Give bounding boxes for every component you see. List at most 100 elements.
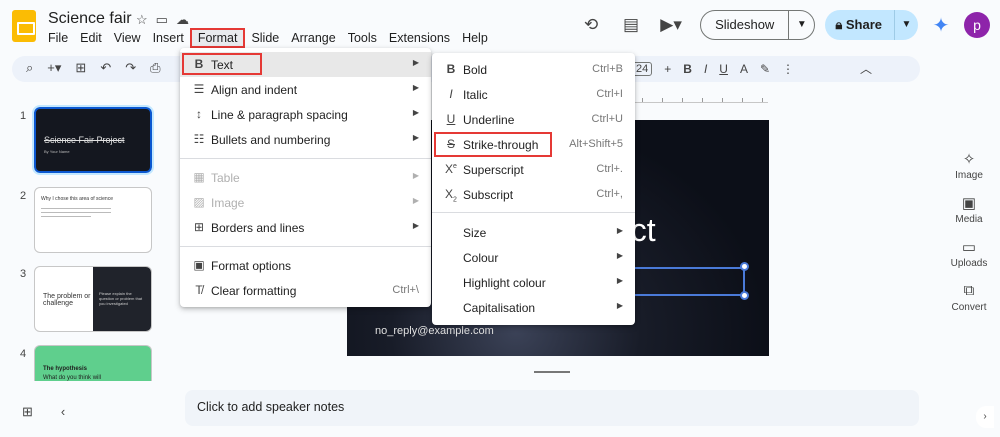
avatar[interactable]: p bbox=[964, 12, 990, 38]
speaker-notes[interactable]: Click to add speaker notes bbox=[185, 390, 919, 426]
slideshow-label[interactable]: Slideshow bbox=[701, 11, 788, 39]
slide-email[interactable]: no_reply@example.com bbox=[375, 325, 494, 337]
line-spacing-icon: ↕ bbox=[196, 107, 202, 121]
text-box-selection[interactable] bbox=[628, 267, 745, 296]
menu-insert[interactable]: Insert bbox=[147, 30, 190, 46]
slide-thumbnail-1[interactable]: Science Fair Project By Your Name bbox=[32, 105, 154, 175]
borders-icon: ⊞ bbox=[193, 220, 205, 234]
menu-item-capitalisation[interactable]: Capitalisation ▶ bbox=[432, 295, 635, 320]
menu-item-align-indent[interactable]: ☰ Align and indent ▶ bbox=[180, 77, 431, 102]
grid-view-icon[interactable]: ⊞ bbox=[22, 404, 33, 420]
slide-number: 1 bbox=[20, 110, 27, 122]
undo-icon[interactable]: ↶ bbox=[100, 60, 111, 76]
submenu-arrow-icon: ▶ bbox=[412, 221, 419, 230]
resize-handle[interactable] bbox=[740, 291, 749, 300]
menu-item-table[interactable]: ▦ Table ▶ bbox=[180, 165, 431, 190]
thumb-body: What do you think will bbox=[43, 375, 102, 381]
menu-item-line-spacing[interactable]: ↕ Line & paragraph spacing ▶ bbox=[180, 102, 431, 127]
new-slide-icon[interactable]: +▾ bbox=[47, 60, 61, 76]
print-icon[interactable]: ⎙ bbox=[150, 60, 160, 76]
thumb-dark-panel: Please explain the question or problem t… bbox=[93, 267, 151, 331]
slide-number: 4 bbox=[20, 348, 27, 360]
document-title[interactable]: Science fair bbox=[48, 10, 132, 28]
notes-resize-handle[interactable] bbox=[534, 371, 570, 373]
side-item-label: Media bbox=[955, 214, 983, 225]
bulleted-list-icon: ☷ bbox=[193, 132, 205, 146]
menu-item-size[interactable]: Size ▶ bbox=[432, 220, 635, 245]
menu-item-colour[interactable]: Colour ▶ bbox=[432, 245, 635, 270]
menu-edit[interactable]: Edit bbox=[74, 30, 108, 46]
share-label[interactable]: 🔒︎ Share bbox=[825, 10, 894, 40]
cloud-status-icon[interactable]: ☁ bbox=[176, 12, 189, 28]
expand-side-panel-icon[interactable]: › bbox=[976, 406, 994, 428]
menu-help[interactable]: Help bbox=[456, 30, 494, 46]
text-submenu: B Bold Ctrl+B I Italic Ctrl+I U Underlin… bbox=[432, 53, 635, 325]
redo-icon[interactable]: ↷ bbox=[125, 60, 136, 76]
superscript-icon: Xe bbox=[445, 162, 457, 176]
side-item-label: Image bbox=[955, 170, 983, 181]
side-item-media[interactable]: ▣ Media bbox=[938, 194, 1000, 225]
slide-number: 3 bbox=[20, 268, 27, 280]
history-icon[interactable]: ⟲ bbox=[576, 10, 606, 40]
star-icon[interactable]: ☆ bbox=[136, 12, 148, 28]
side-item-convert[interactable]: ⧉ Convert bbox=[938, 282, 1000, 313]
resize-handle[interactable] bbox=[740, 262, 749, 271]
text-color-icon[interactable]: A bbox=[740, 62, 748, 76]
menu-item-subscript[interactable]: X2 Subscript Ctrl+, bbox=[432, 182, 635, 207]
menu-item-clear-formatting[interactable]: T̸ Clear formatting Ctrl+\ bbox=[180, 278, 431, 303]
menu-item-bullets[interactable]: ☷ Bullets and numbering ▶ bbox=[180, 127, 431, 152]
slides-logo[interactable] bbox=[12, 10, 36, 42]
slideshow-button[interactable]: Slideshow ▼ bbox=[700, 10, 816, 40]
menu-item-underline[interactable]: U Underline Ctrl+U bbox=[432, 107, 635, 132]
menu-separator bbox=[432, 212, 635, 213]
menu-item-bold[interactable]: B Bold Ctrl+B bbox=[432, 57, 635, 82]
speaker-notes-placeholder[interactable]: Click to add speaker notes bbox=[197, 400, 344, 414]
thumb-title: The problem or challenge bbox=[43, 293, 91, 307]
menu-format[interactable]: Format bbox=[189, 28, 246, 48]
menu-tools[interactable]: Tools bbox=[342, 30, 383, 46]
font-size-input[interactable]: 24 bbox=[632, 61, 653, 76]
ruler bbox=[632, 97, 768, 103]
new-slide-layout-icon[interactable]: ⊞ bbox=[75, 60, 86, 76]
menu-extensions[interactable]: Extensions bbox=[383, 30, 456, 46]
slide-thumbnail-3[interactable]: The problem or challenge Please explain … bbox=[34, 266, 152, 332]
side-item-uploads[interactable]: ▭ Uploads bbox=[938, 238, 1000, 269]
folder-icon: ▭ bbox=[961, 239, 977, 256]
menu-item-superscript[interactable]: Xe Superscript Ctrl+. bbox=[432, 157, 635, 182]
underline-icon[interactable]: U bbox=[719, 62, 728, 76]
increase-font-icon[interactable]: + bbox=[664, 62, 671, 76]
comments-icon[interactable]: ▤ bbox=[616, 10, 646, 40]
meet-icon[interactable]: ▶▾ bbox=[656, 10, 686, 40]
more-options-icon[interactable]: ⋮ bbox=[782, 62, 794, 76]
move-folder-icon[interactable]: ▭ bbox=[156, 12, 168, 28]
thumb-body: Please explain the question or problem t… bbox=[99, 291, 143, 306]
search-menus-icon[interactable]: ⌕ bbox=[26, 60, 33, 76]
collapse-filmstrip-icon[interactable]: ‹ bbox=[61, 404, 65, 420]
side-panel: ✧ Image ▣ Media ▭ Uploads ⧉ Convert bbox=[938, 150, 1000, 326]
menu-slide[interactable]: Slide bbox=[245, 30, 285, 46]
convert-icon: ⧉ bbox=[963, 282, 975, 299]
share-dropdown-icon[interactable]: ▼ bbox=[894, 10, 918, 40]
menu-file[interactable]: File bbox=[42, 30, 74, 46]
menu-item-italic[interactable]: I Italic Ctrl+I bbox=[432, 82, 635, 107]
shortcut-label: Ctrl+I bbox=[596, 88, 623, 100]
highlight-icon[interactable]: ✎ bbox=[760, 62, 770, 76]
menu-item-format-options[interactable]: ▣ Format options bbox=[180, 253, 431, 278]
submenu-arrow-icon: ▶ bbox=[412, 83, 419, 92]
menu-view[interactable]: View bbox=[108, 30, 147, 46]
side-item-image[interactable]: ✧ Image bbox=[938, 150, 1000, 181]
menu-bar: File Edit View Insert Format Slide Arran… bbox=[42, 28, 494, 48]
share-button[interactable]: 🔒︎ Share ▼ bbox=[825, 10, 918, 40]
slideshow-dropdown-icon[interactable]: ▼ bbox=[788, 11, 814, 39]
menu-item-highlight-colour[interactable]: Highlight colour ▶ bbox=[432, 270, 635, 295]
italic-icon[interactable]: I bbox=[704, 62, 707, 76]
menu-item-borders-lines[interactable]: ⊞ Borders and lines ▶ bbox=[180, 215, 431, 240]
gemini-icon[interactable]: ✦ bbox=[928, 13, 954, 38]
menu-item-image[interactable]: ▨ Image ▶ bbox=[180, 190, 431, 215]
slide-thumbnail-4[interactable]: The hypothesis What do you think will bbox=[34, 345, 152, 381]
underline-icon: U bbox=[446, 112, 456, 126]
menu-arrange[interactable]: Arrange bbox=[285, 30, 341, 46]
collapse-toolbar-icon[interactable]: ︿ bbox=[860, 60, 872, 77]
slide-thumbnail-2[interactable]: Why I chose this area of science bbox=[34, 187, 152, 253]
bold-icon[interactable]: B bbox=[683, 62, 692, 76]
